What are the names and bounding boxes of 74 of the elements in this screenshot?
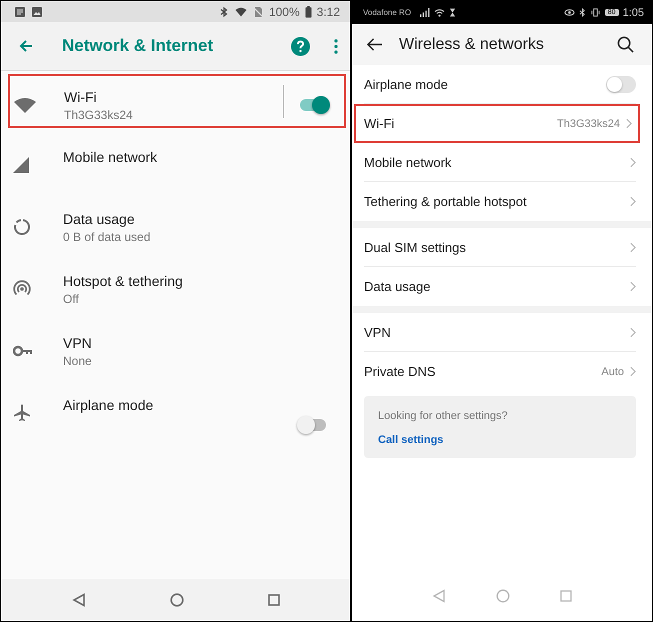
settings-item[interactable]: Dual SIM settings (352, 228, 652, 267)
settings-item[interactable]: Tethering & portable hotspot (352, 182, 652, 221)
chevron-icon (630, 157, 636, 168)
card-hint: Looking for other settings? (378, 410, 508, 422)
settings-item[interactable]: Hotspot & tethering Off (1, 259, 350, 321)
settings-item[interactable]: Airplane mode (352, 65, 652, 104)
item-summary: Off (63, 292, 80, 306)
chevron-icon (630, 327, 636, 338)
item-summary: 0 B of data used (63, 230, 150, 244)
chevron-icon (626, 118, 632, 129)
item-title: Airplane mode (364, 77, 448, 92)
signal-icon (419, 8, 430, 17)
settings-item[interactable]: Private DNS Auto (352, 352, 652, 391)
key-icon (13, 345, 33, 357)
chevron-icon (630, 196, 636, 207)
item-title: VPN (63, 335, 92, 351)
image-icon (31, 6, 43, 18)
chevron-icon (630, 366, 636, 377)
item-summary: None (63, 354, 92, 368)
item-title: Wi-Fi (364, 116, 394, 131)
item-value: Auto (601, 366, 624, 378)
more-options-icon[interactable] (334, 38, 338, 54)
item-title: Mobile network (63, 149, 158, 165)
item-summary: Th3G33ks24 (64, 108, 133, 122)
chevron-icon (630, 281, 636, 292)
back-arrow-icon[interactable] (366, 37, 383, 52)
signal-icon (13, 157, 29, 173)
vibrate-icon (590, 8, 601, 17)
item-title: Hotspot & tethering (63, 273, 183, 289)
settings-item[interactable]: VPN None (1, 321, 350, 383)
item-title: VPN (364, 325, 391, 340)
home-icon[interactable] (170, 593, 184, 607)
notification-icon (14, 6, 26, 18)
screen-title: Wireless & networks (399, 36, 544, 54)
settings-item[interactable]: Wi-Fi Th3G33ks24 (354, 104, 640, 143)
chevron-icon (630, 242, 636, 253)
clock: 3:12 (316, 4, 340, 18)
call-settings-link[interactable]: Call settings (378, 434, 444, 446)
clock: 1:05 (622, 6, 644, 18)
hotspot-icon (13, 280, 31, 298)
carrier-name: Vodafone RO (363, 8, 412, 17)
settings-item[interactable]: Airplane mode (1, 383, 350, 445)
item-title: Mobile network (364, 155, 452, 170)
back-icon[interactable] (72, 593, 86, 607)
help-icon[interactable] (291, 36, 310, 56)
settings-item[interactable]: VPN (352, 313, 652, 352)
settings-item[interactable]: Data usage (352, 267, 652, 306)
toggle-switch[interactable] (606, 76, 636, 93)
battery-percent: 100% (268, 4, 300, 18)
settings-item[interactable]: Mobile network (352, 143, 652, 182)
battery-icon (304, 6, 312, 18)
recents-icon[interactable] (268, 594, 280, 606)
wifi-icon (234, 6, 247, 18)
toggle-switch[interactable] (300, 419, 326, 431)
hourglass-icon (449, 8, 456, 17)
eye-icon (564, 8, 575, 17)
item-title: Airplane mode (63, 397, 154, 413)
wifi-icon (14, 97, 36, 113)
item-title: Data usage (364, 279, 430, 294)
wifi-icon (434, 8, 446, 17)
item-title: Tethering & portable hotspot (364, 194, 527, 209)
settings-item[interactable]: Mobile network (1, 135, 350, 197)
item-title: Data usage (63, 211, 136, 227)
item-value: Th3G33ks24 (557, 118, 620, 130)
airplane-icon (13, 404, 31, 422)
item-title: Wi-Fi (64, 88, 98, 104)
data-usage-icon (13, 218, 31, 236)
bluetooth-icon (578, 8, 586, 17)
screen-title: Network & Internet (62, 36, 214, 56)
search-icon[interactable] (617, 36, 634, 53)
settings-item[interactable]: Data usage 0 B of data used (1, 197, 350, 259)
item-title: Dual SIM settings (364, 240, 466, 255)
settings-item[interactable]: Wi-Fi Th3G33ks24 (8, 74, 346, 128)
item-title: Private DNS (364, 364, 436, 379)
